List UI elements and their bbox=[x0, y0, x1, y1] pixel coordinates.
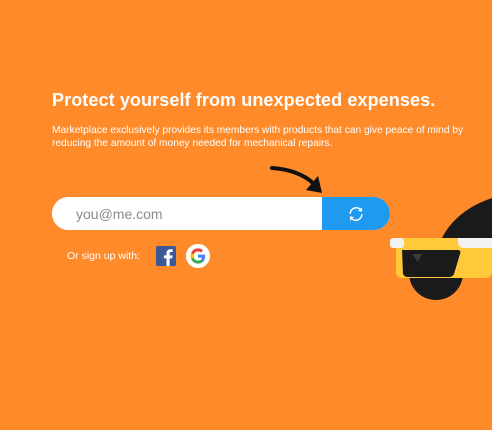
google-signup-button[interactable] bbox=[185, 244, 210, 268]
hero-description: Marketplace exclusively provides its mem… bbox=[52, 125, 464, 149]
social-signup-row: Or sign up with: bbox=[67, 244, 210, 268]
facebook-icon bbox=[155, 246, 176, 266]
refresh-icon bbox=[349, 206, 363, 221]
email-signup-form bbox=[52, 197, 390, 230]
hero-headline: Protect yourself from unexpected expense… bbox=[52, 90, 436, 110]
google-icon bbox=[185, 244, 210, 268]
pointer-arrow-icon bbox=[270, 166, 322, 193]
mascot-illustration bbox=[390, 198, 492, 300]
submit-button[interactable] bbox=[322, 197, 390, 230]
email-input[interactable] bbox=[52, 197, 322, 230]
facebook-signup-button[interactable] bbox=[155, 246, 176, 266]
social-signup-label: Or sign up with: bbox=[67, 250, 140, 262]
